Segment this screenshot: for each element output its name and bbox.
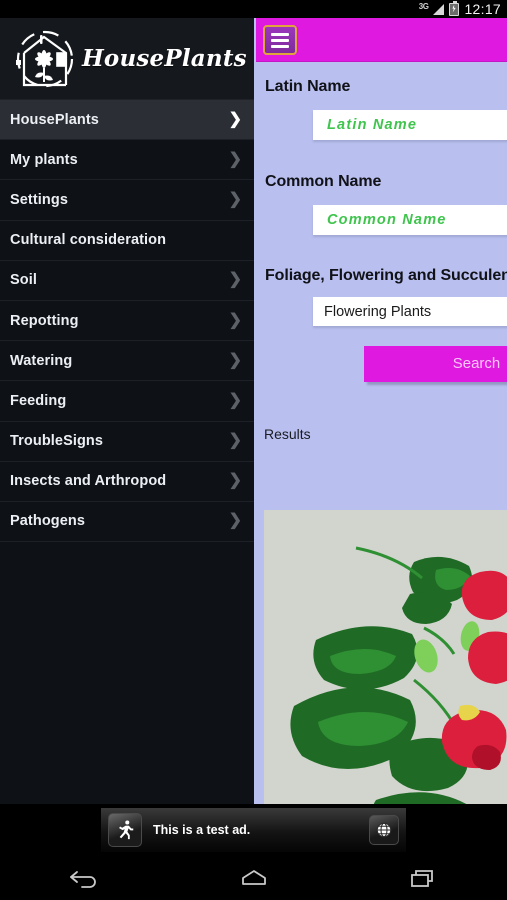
chevron-right-icon: ❯ — [228, 150, 242, 168]
globe-icon[interactable] — [369, 815, 399, 845]
result-plant-image[interactable] — [264, 510, 507, 804]
plant-type-label: Foliage, Flowering and Succulent — [265, 267, 507, 284]
sidebar-item-soil[interactable]: Soil ❯ — [0, 260, 254, 301]
sidebar-item-label: TroubleSigns — [10, 433, 104, 450]
recents-icon[interactable] — [338, 866, 507, 890]
common-name-label: Common Name — [265, 173, 382, 190]
back-icon[interactable] — [0, 866, 169, 890]
content-panel: Latin Name Common Name Foliage, Flowerin… — [256, 18, 507, 804]
app-toolbar — [256, 18, 507, 62]
home-icon[interactable] — [169, 866, 338, 890]
android-navigation-bar — [0, 856, 507, 900]
ad-banner[interactable]: This is a test ad. — [101, 808, 406, 852]
chevron-right-icon: ❯ — [228, 391, 242, 409]
sidebar-item-watering[interactable]: Watering ❯ — [0, 341, 254, 382]
sidebar-item-label: Soil — [10, 272, 37, 289]
sidebar-item-insects-and-arthropod[interactable]: Insects and Arthropod ❯ — [0, 461, 254, 502]
status-bar: 3G 12:17 — [0, 0, 507, 18]
sidebar-item-feeding[interactable]: Feeding ❯ — [0, 381, 254, 422]
chevron-right-icon: ❯ — [228, 512, 242, 530]
search-button[interactable]: Search — [364, 346, 507, 382]
houseplants-logo-icon — [10, 23, 80, 95]
sidebar-item-label: Settings — [10, 191, 68, 208]
ad-text-label: This is a test ad. — [153, 823, 251, 837]
running-person-icon — [108, 813, 142, 847]
chevron-right-icon: ❯ — [228, 351, 242, 369]
sidebar-item-label: Pathogens — [10, 513, 86, 530]
chevron-right-icon: ❯ — [228, 311, 242, 329]
battery-charging-icon — [449, 0, 460, 16]
clock-label: 12:17 — [464, 1, 501, 17]
signal-bars-icon — [433, 3, 445, 15]
plant-type-select[interactable]: Flowering Plants — [313, 297, 507, 326]
sidebar-item-repotting[interactable]: Repotting ❯ — [0, 300, 254, 342]
app-logo-header: HousePlants — [0, 18, 254, 100]
sidebar-item-label: Cultural consideration — [10, 232, 167, 249]
latin-name-input[interactable] — [313, 110, 507, 140]
plant-search-form: Latin Name Common Name Foliage, Flowerin… — [256, 62, 507, 804]
network-type-label: 3G — [418, 1, 429, 11]
sidebar-item-label: HousePlants — [10, 111, 99, 128]
navigation-drawer: HousePlants HousePlants ❯ My plants ❯ Settin… — [0, 18, 256, 804]
sidebar-item-pathogens[interactable]: Pathogens ❯ — [0, 501, 254, 543]
chevron-right-icon: ❯ — [228, 472, 242, 490]
plant-type-selected-value: Flowering Plants — [324, 303, 432, 320]
sidebar-item-cultural-consideration[interactable]: Cultural consideration❯ — [0, 220, 254, 261]
sidebar-menu-list: HousePlants ❯ My plants ❯ Settings ❯ Cultural … — [0, 100, 254, 543]
chevron-right-icon: ❯ — [228, 110, 242, 128]
sidebar-item-label: Repotting — [10, 312, 79, 329]
latin-name-label: Latin Name — [265, 78, 351, 95]
results-label: Results — [264, 426, 311, 442]
sidebar-item-label: Watering — [10, 352, 73, 369]
common-name-input[interactable] — [313, 205, 507, 235]
sidebar-item-label: My plants — [10, 151, 78, 168]
sidebar-item-label: Insects and Arthropod — [10, 473, 167, 490]
hamburger-menu-icon[interactable] — [263, 25, 297, 55]
sidebar-item-settings[interactable]: Settings ❯ — [0, 180, 254, 221]
sidebar-item-houseplants[interactable]: HousePlants ❯ — [0, 100, 254, 141]
app-brand-label: HousePlants — [82, 45, 247, 72]
sidebar-item-label: Feeding — [10, 392, 67, 409]
chevron-right-icon: ❯ — [228, 190, 242, 208]
chevron-right-icon: ❯ — [228, 271, 242, 289]
sidebar-item-my-plants[interactable]: My plants ❯ — [0, 140, 254, 181]
phone-screen: 3G 12:17 HousePlants HousePlants ❯ My pl… — [0, 0, 507, 900]
sidebar-item-troublesigns[interactable]: TroubleSigns ❯ — [0, 421, 254, 462]
chevron-right-icon: ❯ — [228, 432, 242, 450]
